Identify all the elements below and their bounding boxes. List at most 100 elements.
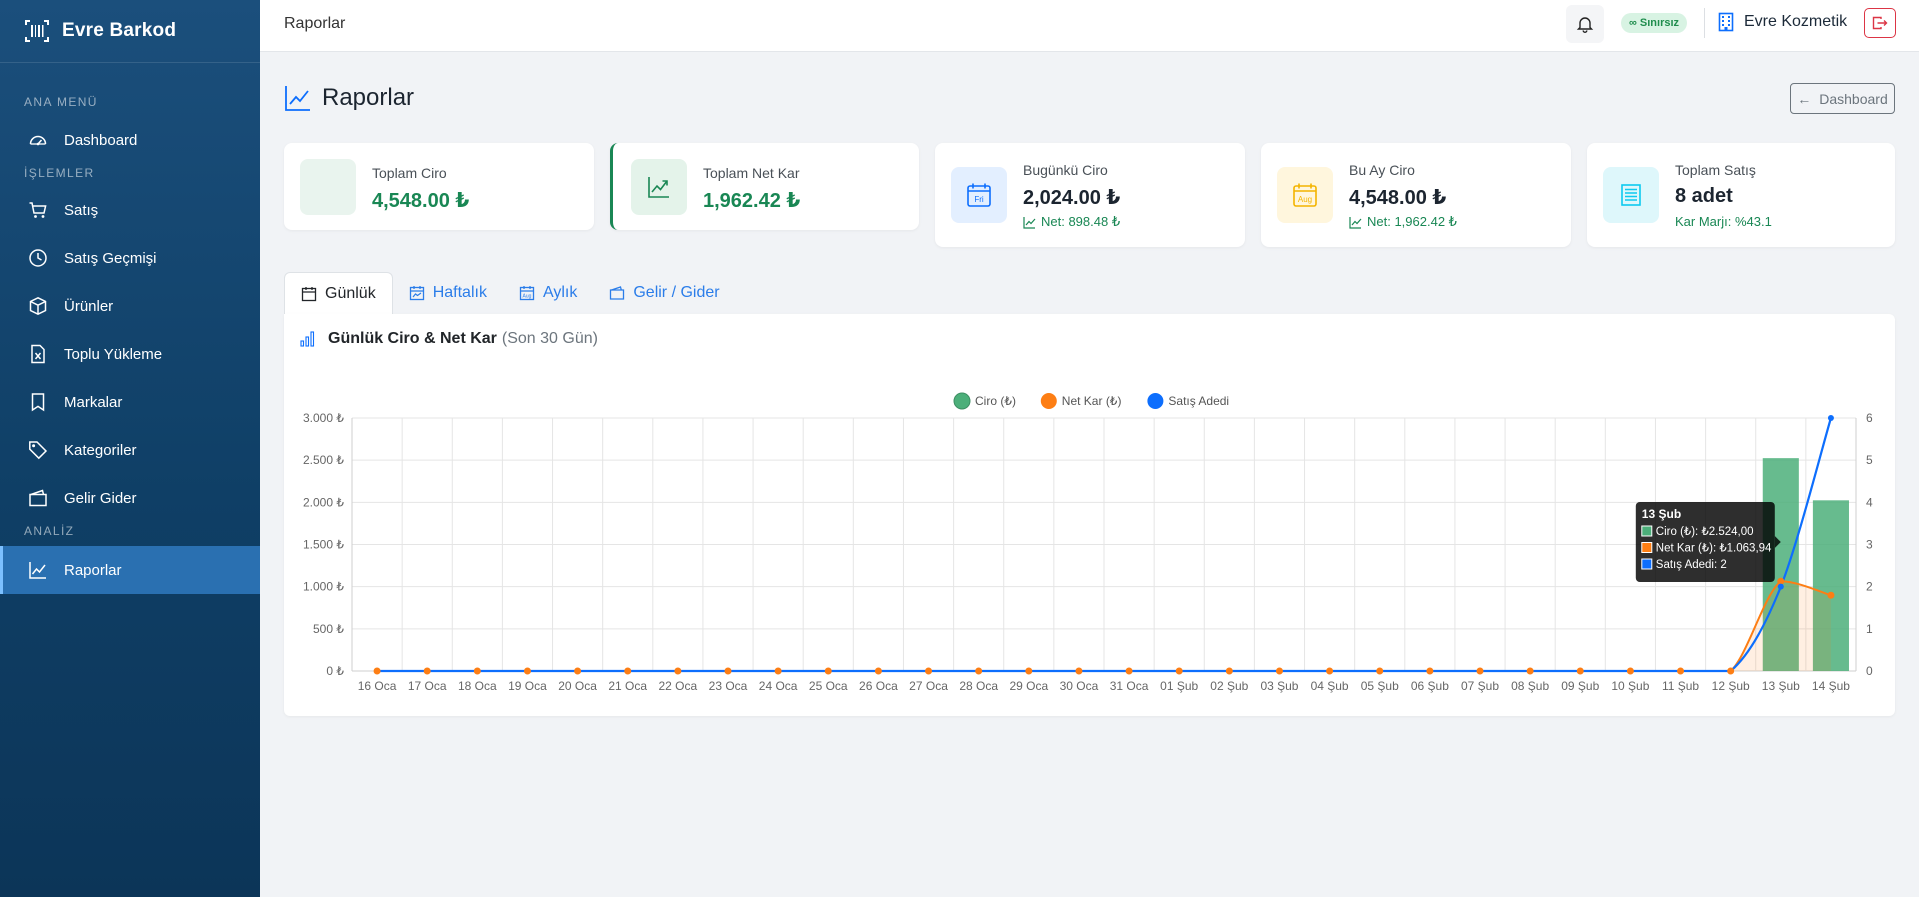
svg-text:Fri: Fri [974,195,984,204]
notifications-button[interactable] [1566,5,1604,43]
tooltip-line: Ciro (₺): ₺2.524,00 [1656,526,1754,538]
tooltip-title: 13 Şub [1642,507,1681,521]
x-tick-label: 18 Oca [458,679,497,693]
tags-icon [29,441,48,460]
logout-button[interactable] [1864,8,1896,38]
receipt-icon [1603,167,1659,223]
stat-value: 4,548.00 ₺ [372,190,470,212]
x-tick-label: 29 Oca [1009,679,1048,693]
stat-card-total-net-profit: Toplam Net Kar 1,962.42 ₺ [610,143,919,230]
stat-card-today-revenue: Fri Bugünkü Ciro 2,024.00 ₺ Net: 898.48 … [935,143,1245,247]
calendar-week-icon [409,286,424,301]
x-tick-label: 28 Oca [959,679,998,693]
point-net-kar [1376,667,1384,675]
tab-monthly[interactable]: Aug Aylık [503,272,593,314]
tooltip-swatch [1641,558,1653,570]
svg-text:Aug: Aug [523,294,532,300]
stat-value: 8 adet [1675,185,1733,207]
breadcrumb: Raporlar [284,15,346,32]
daily-revenue-chart[interactable]: 0 ₺ 0 500 ₺ 1 1.000 ₺ 2 1.500 ₺ 3 2.000 ₺ 4 2.500 … [284,314,1895,716]
x-tick-label: 12 Şub [1712,679,1750,693]
y-tick-label-right: 6 [1866,411,1873,425]
svg-text:Aug: Aug [1298,195,1312,204]
y-tick-label-left: 2.500 ₺ [303,453,344,467]
company-name: Evre Kozmetik [1744,13,1848,30]
x-tick-label: 07 Şub [1461,679,1499,693]
sidebar-item-sales-history[interactable]: Satış Geçmişi [0,234,260,282]
stat-label: Bu Ay Ciro [1349,162,1415,178]
company-selector[interactable]: Evre Kozmetik [1718,12,1847,32]
point-net-kar [674,667,682,675]
sidebar-item-brands[interactable]: Markalar [0,378,260,426]
point-net-kar [1526,667,1534,675]
tab-daily[interactable]: Günlük [284,272,393,314]
graph-up-icon [285,86,310,111]
tab-label: Haftalık [432,284,487,301]
legend-swatch [1147,393,1164,409]
chart-title-main: Günlük Ciro & Net Kar [328,330,497,347]
x-tick-label: 23 Oca [709,679,748,693]
sidebar-item-dashboard[interactable]: Dashboard [0,116,260,164]
cart-icon [29,202,47,218]
x-tick-label: 24 Oca [759,679,798,693]
back-to-dashboard-button[interactable]: ← Dashboard [1790,83,1895,114]
x-tick-label: 27 Oca [909,679,948,693]
point-net-kar [1025,667,1033,675]
x-tick-label: 04 Şub [1311,679,1349,693]
point-net-kar [523,667,531,675]
point-net-kar [1075,667,1083,675]
chart-title: Günlük Ciro & Net Kar (Son 30 Gün) [300,330,598,348]
logout-icon [1872,16,1888,30]
stat-card-total-sales: Toplam Satış 8 adet Kar Marjı: %43.1 [1587,143,1895,247]
x-tick-label: 11 Şub [1662,679,1699,693]
tab-income-expense[interactable]: Gelir / Gider [593,272,735,314]
sidebar-item-reports[interactable]: Raporlar [0,546,260,594]
stat-label: Bugünkü Ciro [1023,162,1108,178]
tab-weekly[interactable]: Haftalık [393,272,503,314]
sidebar-item-label: Dashboard [64,131,138,149]
sidebar-item-label: Markalar [64,393,123,411]
y-tick-label-left: 2.000 ₺ [303,495,344,509]
bar-chart-icon [300,331,315,347]
stat-label: Toplam Ciro [372,165,447,181]
back-button-label: Dashboard [1819,90,1888,107]
speedometer-icon [29,135,47,146]
tab-label: Aylık [542,284,578,301]
point-satis-adedi [1777,583,1784,590]
x-tick-label: 17 Oca [408,679,447,693]
box-icon [29,296,47,316]
x-tick-label: 09 Şub [1561,679,1599,693]
point-net-kar [1275,667,1283,675]
point-net-kar [373,667,381,675]
sidebar-item-label: Raporlar [64,561,122,579]
x-tick-label: 16 Oca [358,679,397,693]
divider [1704,8,1705,38]
bell-icon [1576,17,1594,33]
tooltip-line: Net Kar (₺): ₺1.063,94 [1656,543,1772,555]
sidebar-item-label: Satış [64,201,99,219]
tab-label: Günlük [325,284,376,302]
sidebar-item-income-expense[interactable]: Gelir Gider [0,474,260,522]
topbar: Raporlar ∞ Sınırsız Evre Kozmetik [260,0,1919,52]
sidebar-item-sales[interactable]: Satış [0,186,260,234]
point-net-kar [975,667,983,675]
x-tick-label: 25 Oca [809,679,848,693]
y-tick-label-left: 0 ₺ [326,664,344,678]
chart-title-note: (Son 30 Gün) [501,330,598,347]
tooltip-swatch [1641,525,1653,537]
sidebar-item-bulk-upload[interactable]: Toplu Yükleme [0,330,260,378]
point-net-kar [473,667,481,675]
empty-icon [300,159,356,215]
barcode-icon [25,20,49,42]
point-net-kar [1175,667,1183,675]
sidebar-item-label: Kategoriler [64,441,137,459]
point-net-kar [724,667,732,675]
sidebar-item-label: Gelir Gider [64,489,137,507]
sidebar-item-categories[interactable]: Kategoriler [0,426,260,474]
brand[interactable]: Evre Barkod [0,0,260,63]
sidebar-item-products[interactable]: Ürünler [0,282,260,330]
trend-up-icon [1349,216,1362,229]
section-label-main: ANA MENÜ [24,95,98,109]
stat-label: Toplam Net Kar [703,165,800,181]
x-tick-label: 31 Oca [1110,679,1149,693]
